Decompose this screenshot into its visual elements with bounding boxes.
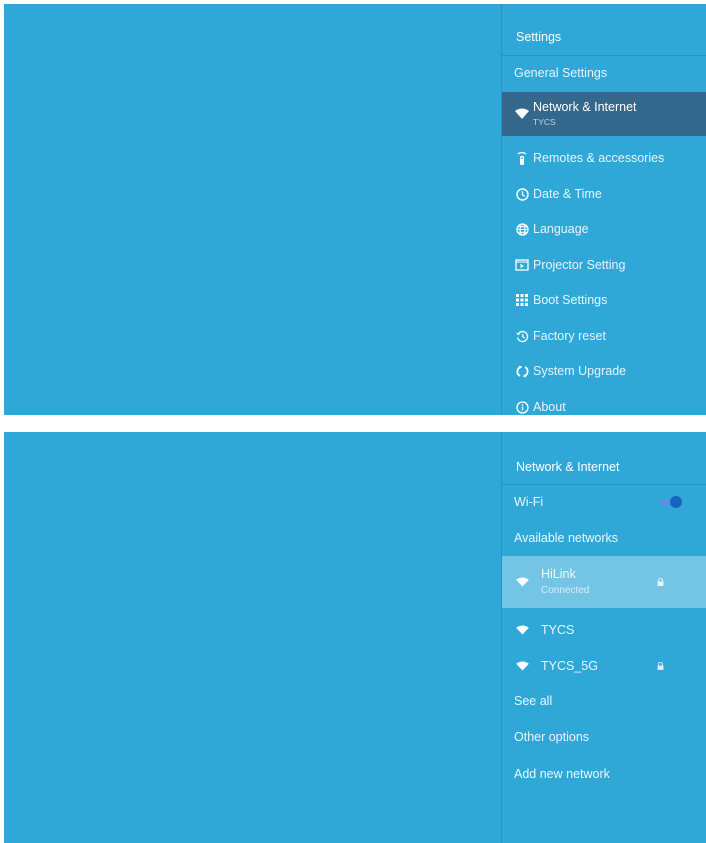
sync-icon	[515, 364, 529, 378]
other-options-link[interactable]: Other options	[502, 719, 706, 755]
globe-icon	[515, 222, 529, 236]
menu-item-language[interactable]: Language	[502, 211, 706, 247]
network-title: Network & Internet	[516, 460, 620, 474]
clock-icon	[515, 187, 529, 201]
menu-item-general-settings[interactable]: General Settings	[502, 55, 706, 91]
see-all-link[interactable]: See all	[502, 683, 706, 719]
network-screen: Network & Internet Wi-Fi Available netwo…	[4, 432, 706, 843]
menu-item-label: Date & Time	[533, 187, 602, 201]
menu-item-sublabel: TYCS	[533, 116, 556, 127]
wifi-icon	[515, 107, 529, 121]
see-all-label: See all	[514, 694, 553, 708]
network-name: TYCS_5G	[541, 659, 598, 673]
menu-item-about[interactable]: About	[502, 389, 706, 415]
add-new-network-link[interactable]: Add new network	[502, 756, 706, 792]
add-new-network-label: Add new network	[514, 767, 610, 781]
menu-item-label: About	[533, 400, 566, 414]
lock-icon	[657, 575, 664, 589]
menu-item-label: Network & Internet	[533, 99, 637, 114]
menu-item-label: Boot Settings	[533, 293, 608, 307]
wifi-toggle-row[interactable]: Wi-Fi	[502, 484, 706, 520]
available-networks-label: Available networks	[514, 531, 618, 545]
menu-item-remotes-accessories[interactable]: Remotes & accessories	[502, 140, 706, 176]
network-item-tycs-5g[interactable]: TYCS_5G	[502, 648, 706, 684]
wifi-icon	[515, 661, 529, 671]
menu-item-network-internet[interactable]: Network & Internet TYCS	[502, 92, 706, 136]
settings-screen: Settings General Settings Network & Inte…	[4, 4, 706, 415]
grid-icon	[515, 293, 529, 307]
wifi-label: Wi-Fi	[514, 495, 544, 509]
projector-icon	[515, 258, 529, 272]
network-status: Connected	[541, 585, 590, 597]
menu-item-label: Language	[533, 222, 589, 236]
network-menu: Network & Internet Wi-Fi Available netwo…	[502, 432, 706, 843]
settings-menu: Settings General Settings Network & Inte…	[502, 4, 706, 415]
lock-icon	[657, 659, 664, 673]
remote-icon	[515, 151, 529, 165]
menu-item-label: Factory reset	[533, 329, 606, 343]
network-name: HiLink	[541, 566, 576, 581]
wifi-icon	[515, 625, 529, 635]
network-item-hilink[interactable]: HiLink Connected	[502, 556, 706, 608]
other-options-label: Other options	[514, 730, 590, 744]
history-icon	[515, 329, 529, 343]
menu-item-label: Projector Setting	[533, 258, 626, 272]
menu-item-label: System Upgrade	[533, 364, 627, 378]
menu-item-factory-reset[interactable]: Factory reset	[502, 318, 706, 354]
menu-item-boot-settings[interactable]: Boot Settings	[502, 282, 706, 318]
menu-item-label: Remotes & accessories	[533, 151, 665, 165]
wifi-toggle-switch[interactable]	[660, 496, 682, 508]
menu-item-date-time[interactable]: Date & Time	[502, 176, 706, 212]
network-name: TYCS	[541, 623, 575, 637]
wifi-icon	[515, 577, 529, 587]
menu-item-projector-setting[interactable]: Projector Setting	[502, 247, 706, 283]
network-item-tycs[interactable]: TYCS	[502, 612, 706, 648]
info-icon	[515, 400, 529, 414]
menu-item-system-upgrade[interactable]: System Upgrade	[502, 353, 706, 389]
settings-title: Settings	[516, 30, 562, 44]
menu-item-label: General Settings	[514, 66, 608, 80]
available-networks-header: Available networks	[502, 520, 706, 556]
